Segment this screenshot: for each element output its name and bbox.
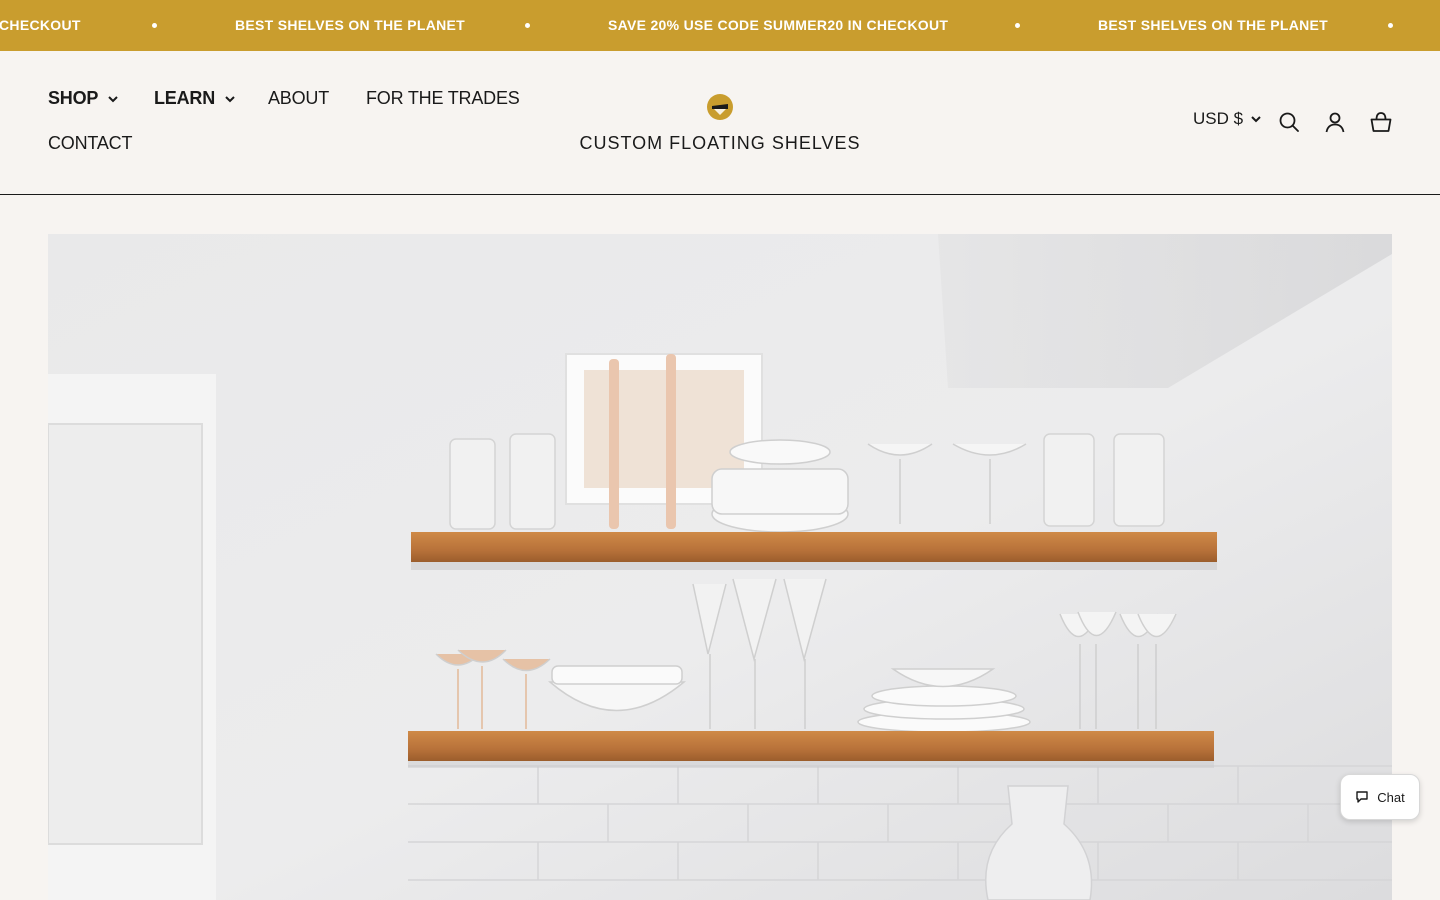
announcement-message: BEST SHELVES ON THE PLANET: [235, 17, 466, 33]
announcement-separator: [525, 23, 530, 28]
chat-button[interactable]: Chat: [1340, 774, 1420, 820]
announcement-message: BEST SHELVES ON THE PLANET: [1098, 17, 1329, 33]
nav-for-the-trades[interactable]: FOR THE TRADES: [366, 88, 520, 109]
nav-learn[interactable]: LEARN: [154, 88, 235, 109]
cart-icon[interactable]: [1370, 111, 1392, 133]
chat-label: Chat: [1377, 789, 1405, 805]
announcement-message: SAVE 20% USE CODE SUMMER20 IN CHECKOUT: [608, 17, 949, 33]
chevron-down-icon: [108, 95, 118, 102]
hero-shelves-photo: [48, 234, 1392, 900]
site-logo[interactable]: CUSTOM FLOATING SHELVES: [570, 93, 870, 153]
nav-contact[interactable]: CONTACT: [48, 133, 132, 154]
currency-selector[interactable]: USD $: [1193, 109, 1261, 129]
announcement-bar: CHECKOUT BEST SHELVES ON THE PLANET SAVE…: [0, 0, 1440, 51]
announcement-separator: [1015, 23, 1020, 28]
currency-label: USD $: [1193, 109, 1244, 128]
nav-shop[interactable]: SHOP: [48, 88, 118, 109]
account-icon[interactable]: [1324, 111, 1346, 133]
chevron-down-icon: [1251, 116, 1261, 123]
nav-about[interactable]: ABOUT: [268, 88, 329, 109]
nav-shop-label: SHOP: [48, 88, 99, 108]
logo-mark-icon: [707, 94, 733, 120]
announcement-separator: [1388, 23, 1393, 28]
chevron-down-icon: [225, 95, 235, 102]
logo-text: CUSTOM FLOATING SHELVES: [579, 133, 861, 153]
search-icon[interactable]: [1278, 111, 1300, 133]
announcement-message: CHECKOUT: [0, 17, 81, 33]
nav-learn-label: LEARN: [154, 88, 215, 108]
site-header: SHOP LEARN ABOUT FOR THE TRADES CONTACT …: [0, 51, 1440, 195]
chat-bubble-icon: [1356, 791, 1368, 803]
hero-image: [48, 234, 1392, 900]
announcement-separator: [152, 23, 157, 28]
